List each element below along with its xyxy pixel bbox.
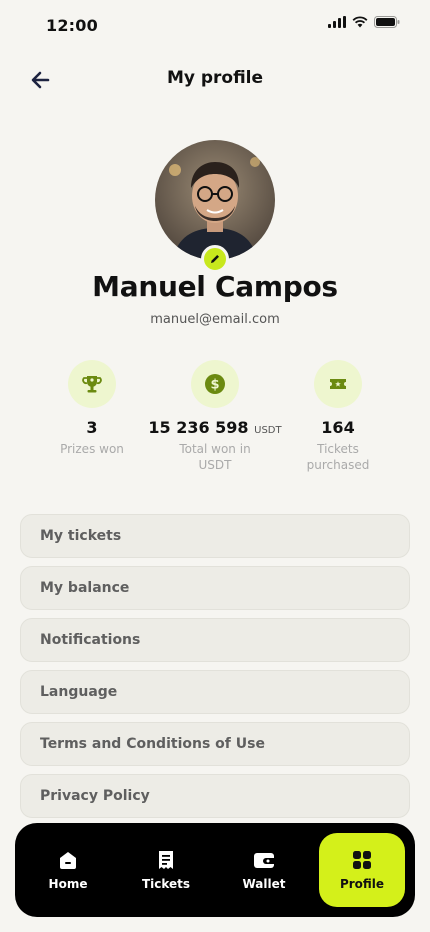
stat-value: 3	[22, 418, 162, 437]
tickets-icon	[159, 851, 173, 869]
stat-tickets: 164 Tickets purchased	[268, 360, 408, 473]
stat-prizes: 3 Prizes won	[22, 360, 162, 457]
tab-home[interactable]: Home	[25, 833, 111, 907]
dollar-coin-icon: $	[191, 360, 239, 408]
battery-icon	[374, 16, 400, 28]
page-title: My profile	[166, 68, 264, 88]
profile-email: manuel@email.com	[150, 312, 280, 327]
stats-row: 3 Prizes won $ 15 236 598 USDT Total won…	[0, 360, 430, 480]
stat-value: 164	[268, 418, 408, 437]
profile-menu: My tickets My balance Notifications Lang…	[20, 514, 410, 826]
stat-number: 15 236 598	[148, 418, 249, 437]
bottom-tab-bar: Home Tickets Wallet Profile	[15, 823, 415, 917]
stat-label: Prizes won	[60, 442, 124, 456]
grid-icon	[353, 851, 371, 869]
avatar[interactable]	[155, 140, 275, 260]
menu-item-notifications[interactable]: Notifications	[20, 618, 410, 662]
profile-name: Manuel Campos	[92, 270, 338, 303]
tab-tickets[interactable]: Tickets	[123, 833, 209, 907]
menu-item-label: My tickets	[40, 528, 122, 544]
menu-item-label: Notifications	[40, 632, 141, 648]
menu-item-label: Language	[40, 684, 118, 700]
pencil-icon	[211, 255, 219, 263]
tab-label: Tickets	[141, 877, 191, 891]
avatar-photo	[155, 140, 275, 260]
svg-text:$: $	[210, 378, 219, 393]
menu-item-label: Privacy Policy	[40, 788, 150, 804]
signal-icon	[328, 16, 346, 28]
tab-label: Wallet	[242, 877, 286, 891]
ticket-icon	[314, 360, 362, 408]
menu-item-label: My balance	[40, 580, 130, 596]
menu-item-my-tickets[interactable]: My tickets	[20, 514, 410, 558]
stat-number: 3	[86, 418, 98, 437]
header: My profile	[0, 60, 430, 100]
tab-wallet[interactable]: Wallet	[221, 833, 307, 907]
menu-item-my-balance[interactable]: My balance	[20, 566, 410, 610]
trophy-icon	[68, 360, 116, 408]
menu-item-privacy-policy[interactable]: Privacy Policy	[20, 774, 410, 818]
stat-label: Total won in USDT	[179, 442, 251, 472]
tab-profile[interactable]: Profile	[319, 833, 405, 907]
menu-item-terms[interactable]: Terms and Conditions of Use	[20, 722, 410, 766]
stat-total-won: $ 15 236 598 USDT Total won in USDT	[145, 360, 285, 473]
menu-item-label: Terms and Conditions of Use	[40, 736, 265, 752]
status-time: 12:00	[46, 16, 98, 35]
stat-value: 15 236 598 USDT	[145, 418, 285, 437]
home-icon	[60, 852, 76, 869]
status-icons	[328, 16, 400, 28]
wifi-icon	[352, 16, 368, 28]
tab-label: Home	[48, 877, 88, 891]
wallet-icon	[254, 853, 274, 868]
avatar-container	[155, 140, 275, 273]
tab-label: Profile	[339, 877, 385, 891]
menu-item-language[interactable]: Language	[20, 670, 410, 714]
status-bar: 12:00	[0, 0, 430, 50]
stat-label: Tickets purchased	[306, 442, 370, 472]
edit-avatar-button[interactable]	[201, 245, 229, 273]
stat-number: 164	[321, 418, 355, 437]
